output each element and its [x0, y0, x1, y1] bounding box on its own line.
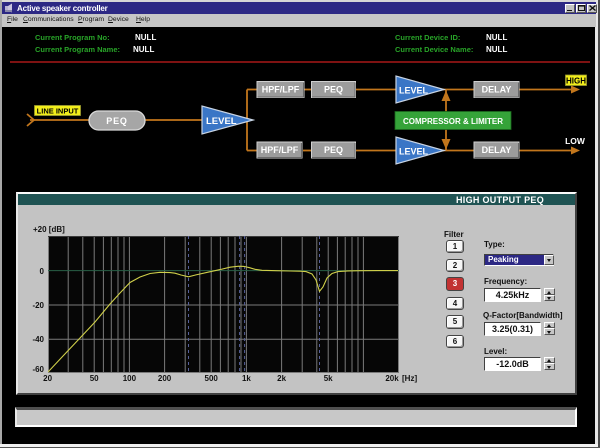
svg-text:HIGH: HIGH [566, 77, 586, 86]
svg-text:HPF/LPF: HPF/LPF [262, 85, 300, 95]
svg-text:DELAY: DELAY [482, 85, 512, 95]
svg-text:COMPRESSOR & LIMITER: COMPRESSOR & LIMITER [403, 117, 503, 126]
svg-text:LEVEL: LEVEL [399, 86, 429, 96]
svg-text:LEVEL: LEVEL [399, 147, 429, 157]
svg-text:LOW: LOW [565, 136, 586, 146]
svg-text:LINE INPUT: LINE INPUT [37, 107, 79, 116]
svg-text:PEQ: PEQ [324, 85, 343, 95]
svg-text:HPF/LPF: HPF/LPF [261, 145, 299, 155]
svg-text:PEQ: PEQ [324, 145, 343, 155]
svg-text:DELAY: DELAY [482, 145, 512, 155]
svg-text:LEVEL: LEVEL [206, 116, 237, 127]
svg-text:PEQ: PEQ [106, 116, 127, 126]
